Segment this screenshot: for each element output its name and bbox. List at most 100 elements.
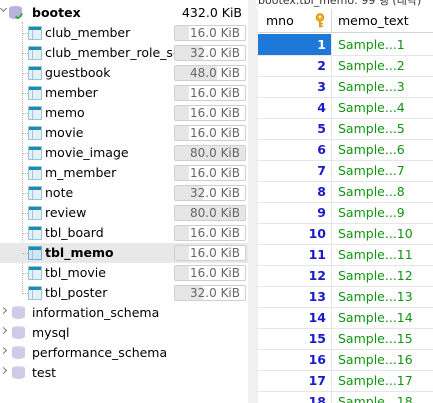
- table-row[interactable]: 14 Sample...14: [256, 307, 433, 329]
- cell-mno[interactable]: 3: [258, 76, 332, 97]
- cell-memo-text[interactable]: Sample...17: [338, 370, 413, 391]
- tree-table-club-member-role-set[interactable]: club_member_role_set 32.0 KiB: [0, 43, 248, 63]
- tree-table-review[interactable]: review 80.0 KiB: [0, 203, 248, 223]
- cell-mno[interactable]: 2: [258, 55, 332, 76]
- table-icon: [28, 286, 42, 300]
- cell-memo-text[interactable]: Sample...2: [338, 55, 405, 76]
- cell-mno[interactable]: 4: [258, 97, 332, 118]
- tree-table-movie[interactable]: movie 16.0 KiB: [0, 123, 248, 143]
- db-label: mysql: [32, 325, 70, 340]
- cell-memo-text[interactable]: Sample...11: [338, 244, 413, 265]
- table-row[interactable]: 10 Sample...10: [256, 223, 433, 245]
- cell-memo-text[interactable]: Sample...1: [338, 34, 405, 55]
- table-row[interactable]: 4 Sample...4: [256, 97, 433, 119]
- cell-mno[interactable]: 1: [258, 34, 332, 55]
- chevron-right-icon[interactable]: [0, 326, 8, 335]
- chevron-down-icon[interactable]: [0, 4, 8, 13]
- table-size: 16.0 KiB: [190, 226, 240, 240]
- cell-memo-text[interactable]: Sample...8: [338, 181, 405, 202]
- cell-mno[interactable]: 13: [258, 286, 332, 307]
- cell-memo-text[interactable]: Sample...4: [338, 97, 405, 118]
- table-row[interactable]: 16 Sample...16: [256, 349, 433, 371]
- table-row[interactable]: 2 Sample...2: [256, 55, 433, 77]
- cell-mno[interactable]: 5: [258, 118, 332, 139]
- table-row[interactable]: 7 Sample...7: [256, 160, 433, 182]
- table-row[interactable]: 1 Sample...1: [256, 34, 433, 56]
- cell-mno[interactable]: 17: [258, 370, 332, 391]
- tree-table-movie-image[interactable]: movie_image 80.0 KiB: [0, 143, 248, 163]
- table-row[interactable]: 17 Sample...17: [256, 370, 433, 392]
- cell-memo-text[interactable]: Sample...15: [338, 328, 413, 349]
- tree-table-tbl-board[interactable]: tbl_board 16.0 KiB: [0, 223, 248, 243]
- tree-table-memo[interactable]: memo 16.0 KiB: [0, 103, 248, 123]
- table-label: tbl_memo: [45, 245, 114, 260]
- tree-table-m-member[interactable]: m_member 16.0 KiB: [0, 163, 248, 183]
- size-bar-fill: [175, 226, 189, 240]
- table-row[interactable]: 15 Sample...15: [256, 328, 433, 350]
- cell-memo-text[interactable]: Sample...6: [338, 139, 405, 160]
- tree-db-bootex[interactable]: bootex 432.0 KiB: [0, 3, 248, 23]
- cell-mno[interactable]: 18: [258, 391, 332, 403]
- tree-table-note[interactable]: note 32.0 KiB: [0, 183, 248, 203]
- table-size-bar: 16.0 KiB: [174, 165, 246, 181]
- cell-memo-text[interactable]: Sample...13: [338, 286, 413, 307]
- table-row[interactable]: 9 Sample...9: [256, 202, 433, 224]
- cell-memo-text[interactable]: Sample...12: [338, 265, 413, 286]
- cell-mno[interactable]: 6: [258, 139, 332, 160]
- tree-db-test[interactable]: test: [0, 363, 248, 383]
- tree-db-mysql[interactable]: mysql: [0, 323, 248, 343]
- table-row[interactable]: 8 Sample...8: [256, 181, 433, 203]
- table-row[interactable]: 12 Sample...12: [256, 265, 433, 287]
- cell-memo-text[interactable]: Sample...16: [338, 349, 413, 370]
- cell-memo-text[interactable]: Sample...18: [338, 391, 413, 403]
- cell-mno[interactable]: 16: [258, 349, 332, 370]
- cell-mno[interactable]: 11: [258, 244, 332, 265]
- table-row[interactable]: 11 Sample...11: [256, 244, 433, 266]
- table-size-bar: 16.0 KiB: [174, 225, 246, 241]
- cell-mno[interactable]: 8: [258, 181, 332, 202]
- column-header-memo-text[interactable]: memo_text: [332, 9, 433, 32]
- db-label: test: [32, 365, 57, 380]
- cell-mno[interactable]: 15: [258, 328, 332, 349]
- tree-table-tbl-poster[interactable]: tbl_poster 32.0 KiB: [0, 283, 248, 303]
- database-icon: [12, 366, 25, 380]
- column-header-mno[interactable]: mno: [258, 9, 332, 32]
- tree-table-tbl-movie[interactable]: tbl_movie 16.0 KiB: [0, 263, 248, 283]
- cell-memo-text[interactable]: Sample...9: [338, 202, 405, 223]
- table-row[interactable]: 13 Sample...13: [256, 286, 433, 308]
- cell-mno[interactable]: 12: [258, 265, 332, 286]
- table-row[interactable]: 5 Sample...5: [256, 118, 433, 140]
- panel-splitter[interactable]: [248, 0, 256, 403]
- cell-mno[interactable]: 10: [258, 223, 332, 244]
- size-bar-fill: [175, 246, 189, 260]
- cell-memo-text[interactable]: Sample...14: [338, 307, 413, 328]
- cell-memo-text[interactable]: Sample...3: [338, 76, 405, 97]
- cell-memo-text[interactable]: Sample...7: [338, 160, 405, 181]
- chevron-right-icon[interactable]: [0, 366, 8, 375]
- table-size: 32.0 KiB: [190, 186, 240, 200]
- tree-table-club-member[interactable]: club_member 16.0 KiB: [0, 23, 248, 43]
- table-icon: [28, 206, 42, 220]
- table-size-bar: 32.0 KiB: [174, 45, 246, 61]
- tree-table-tbl-memo[interactable]: tbl_memo 16.0 KiB: [0, 243, 248, 263]
- cell-memo-text[interactable]: Sample...10: [338, 223, 413, 244]
- cell-memo-text[interactable]: Sample...5: [338, 118, 405, 139]
- tree-db-information-schema[interactable]: information_schema: [0, 303, 248, 323]
- table-row[interactable]: 18 Sample...18: [256, 391, 433, 403]
- chevron-right-icon[interactable]: [0, 346, 8, 355]
- table-label: club_member_role_set: [45, 45, 186, 60]
- cell-mno[interactable]: 9: [258, 202, 332, 223]
- grid-header: mno memo_text: [256, 9, 433, 33]
- chevron-right-icon[interactable]: [0, 306, 8, 315]
- data-grid: bootex.tbl_memo: 99 행 (대략) mno memo_text…: [256, 0, 433, 403]
- cell-mno[interactable]: 14: [258, 307, 332, 328]
- table-icon: [28, 266, 42, 280]
- table-row[interactable]: 6 Sample...6: [256, 139, 433, 161]
- tree-table-guestbook[interactable]: guestbook 48.0 KiB: [0, 63, 248, 83]
- table-row[interactable]: 3 Sample...3: [256, 76, 433, 98]
- tree-db-performance-schema[interactable]: performance_schema: [0, 343, 248, 363]
- cell-mno[interactable]: 7: [258, 160, 332, 181]
- table-icon: [28, 146, 42, 160]
- tree-table-member[interactable]: member 16.0 KiB: [0, 83, 248, 103]
- table-size: 16.0 KiB: [190, 166, 240, 180]
